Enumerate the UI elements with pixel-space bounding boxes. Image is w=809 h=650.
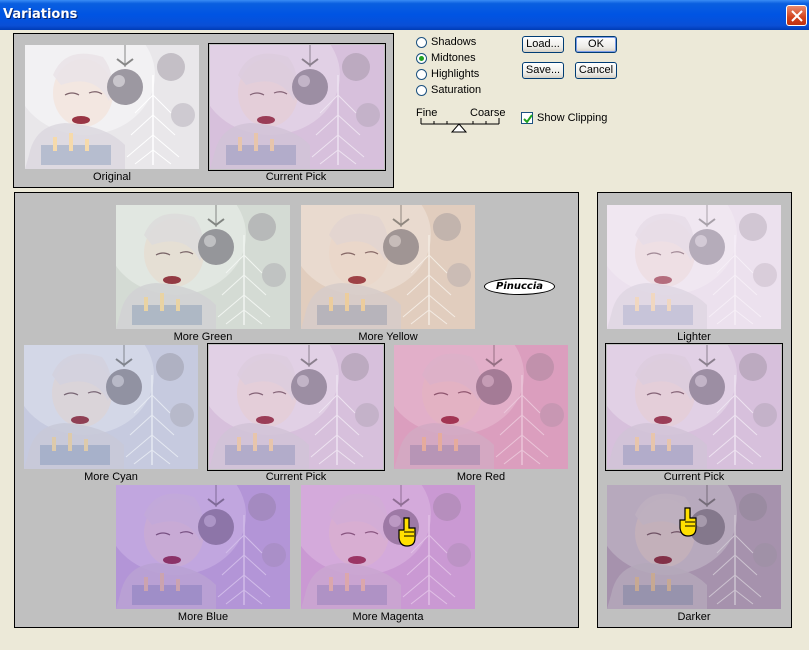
more-yellow-label: More Yellow <box>358 331 418 343</box>
more-blue-image[interactable] <box>116 485 290 609</box>
current-pick-preview-label: Current Pick <box>265 171 327 183</box>
ok-button[interactable]: OK <box>575 36 617 53</box>
current-pick-label: Current Pick <box>265 471 327 483</box>
load-button[interactable]: Load... <box>522 36 564 53</box>
radio-midtones-label: Midtones <box>431 52 476 64</box>
pinuccia-watermark: Pinuccia <box>484 278 555 295</box>
more-green-image[interactable] <box>116 205 290 329</box>
brightness-current-pick-image[interactable] <box>605 343 783 471</box>
show-clipping-checkbox[interactable] <box>521 112 533 124</box>
close-button[interactable] <box>786 5 807 26</box>
current-pick-preview <box>208 43 386 171</box>
radio-shadows-label: Shadows <box>431 36 477 48</box>
pointing-hand-icon <box>398 517 416 547</box>
more-green-label: More Green <box>173 331 233 343</box>
radio-highlights-label: Highlights <box>431 68 480 80</box>
radio-saturation-button[interactable] <box>416 85 427 96</box>
more-yellow-image[interactable] <box>301 205 475 329</box>
lighter-image[interactable] <box>607 205 781 329</box>
more-magenta-image[interactable] <box>301 485 475 609</box>
save-button[interactable]: Save... <box>522 62 564 79</box>
more-magenta-label: More Magenta <box>352 611 424 623</box>
cancel-button[interactable]: Cancel <box>575 62 617 79</box>
radio-saturation-label: Saturation <box>431 84 482 96</box>
radio-midtones-button[interactable] <box>416 53 427 64</box>
original-image <box>25 45 199 169</box>
title-bar: Variations <box>0 0 809 30</box>
radio-shadows-button[interactable] <box>416 37 427 48</box>
slider-thumb[interactable] <box>450 123 468 133</box>
radio-highlights-button[interactable] <box>416 69 427 80</box>
darker-image[interactable] <box>607 485 781 609</box>
current-pick-image[interactable] <box>207 343 385 471</box>
more-red-image[interactable] <box>394 345 568 469</box>
close-icon <box>791 10 803 22</box>
brightness-current-pick-label: Current Pick <box>663 471 725 483</box>
more-cyan-label: More Cyan <box>84 471 138 483</box>
darker-label: Darker <box>677 611 711 623</box>
lighter-label: Lighter <box>677 331 711 343</box>
show-clipping-label: Show Clipping <box>537 112 608 124</box>
fine-coarse-slider[interactable] <box>419 118 503 134</box>
more-red-label: More Red <box>456 471 506 483</box>
original-label: Original <box>93 171 131 183</box>
window-title: Variations <box>3 7 78 22</box>
more-cyan-image[interactable] <box>24 345 198 469</box>
pointing-hand-icon <box>679 507 697 537</box>
more-blue-label: More Blue <box>177 611 229 623</box>
checkmark-icon <box>523 114 533 124</box>
